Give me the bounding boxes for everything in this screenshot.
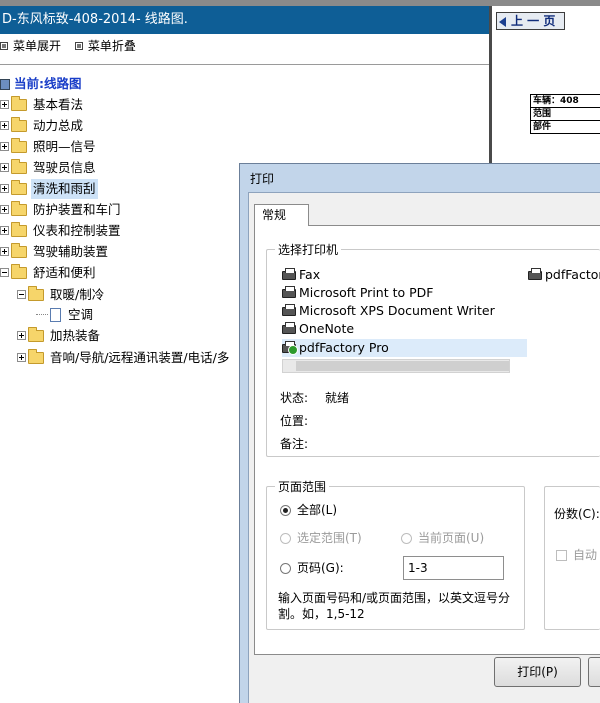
cancel-button[interactable] bbox=[588, 657, 600, 687]
folder-icon bbox=[11, 200, 27, 216]
tree-item[interactable]: 动力总成 bbox=[0, 115, 85, 135]
expand-menu-button[interactable]: 菜单展开 bbox=[0, 36, 61, 56]
folder-icon bbox=[11, 116, 27, 132]
info-cell: 范围 bbox=[530, 107, 600, 121]
radio-selection[interactable]: 选定范围(T) bbox=[280, 530, 362, 546]
printer-item[interactable]: pdfFactor bbox=[528, 266, 600, 284]
tree-connector bbox=[36, 314, 48, 315]
square-icon bbox=[0, 42, 8, 50]
collapse-icon[interactable] bbox=[0, 268, 9, 277]
expand-icon[interactable] bbox=[0, 184, 9, 193]
page-range-hint-line2: 割。如，1,5-12 bbox=[278, 607, 365, 621]
status-value: 就绪 bbox=[325, 391, 350, 405]
tree-item[interactable]: 空调 bbox=[36, 304, 95, 324]
printer-item[interactable]: Fax bbox=[282, 266, 320, 284]
tree-item[interactable]: 驾驶辅助装置 bbox=[0, 241, 110, 261]
expand-icon[interactable] bbox=[0, 226, 9, 235]
folder-icon bbox=[11, 242, 27, 258]
expand-icon[interactable] bbox=[0, 163, 9, 172]
radio-button[interactable] bbox=[401, 533, 412, 544]
comment-label: 备注: bbox=[280, 437, 309, 451]
expand-icon[interactable] bbox=[17, 353, 26, 362]
document-icon bbox=[50, 307, 61, 322]
printer-icon bbox=[282, 304, 296, 316]
checkbox[interactable] bbox=[556, 550, 567, 561]
folder-icon bbox=[28, 326, 44, 342]
folder-icon bbox=[11, 95, 27, 111]
collapse-menu-button[interactable]: 菜单折叠 bbox=[74, 36, 136, 56]
print-button[interactable]: 打印(P) bbox=[494, 657, 581, 687]
default-check-icon bbox=[288, 345, 298, 355]
window-title: D-东风标致-408-2014- 线路图. bbox=[0, 6, 489, 34]
printer-icon bbox=[528, 268, 542, 280]
collate-checkbox[interactable]: 自动 bbox=[556, 547, 597, 563]
tab-general[interactable]: 常规 bbox=[254, 204, 309, 226]
tree-item[interactable]: 照明—信号 bbox=[0, 136, 98, 156]
radio-pages[interactable]: 页码(G): bbox=[280, 560, 344, 576]
printer-item[interactable]: Microsoft Print to PDF bbox=[282, 284, 433, 302]
radio-button[interactable] bbox=[280, 563, 291, 574]
page-range-hint-line1: 输入页面号码和/或页面范围，以英文逗号分 bbox=[278, 591, 511, 605]
folder-icon bbox=[11, 221, 27, 237]
printer-icon bbox=[282, 286, 296, 298]
radio-button[interactable] bbox=[280, 505, 291, 516]
printer-item[interactable]: OneNote bbox=[282, 320, 354, 338]
expand-icon[interactable] bbox=[0, 121, 9, 130]
arrow-left-icon bbox=[499, 16, 506, 27]
folder-open-icon bbox=[11, 263, 27, 279]
tree-root[interactable]: 当前:线路图 bbox=[0, 74, 82, 94]
location-label: 位置: bbox=[280, 414, 309, 428]
previous-page-button[interactable]: 上 一 页 bbox=[496, 12, 565, 30]
tree-item[interactable]: 音响/导航/远程通讯装置/电话/多 bbox=[17, 347, 231, 367]
info-table: 车辆：408 范围 部件 bbox=[530, 94, 600, 134]
folder-icon bbox=[11, 179, 27, 195]
info-cell: 部件 bbox=[530, 120, 600, 134]
tree-item[interactable]: 舒适和便利 bbox=[0, 262, 98, 282]
expand-icon[interactable] bbox=[0, 142, 9, 151]
tree-item[interactable]: 取暖/制冷 bbox=[17, 284, 106, 304]
square-icon bbox=[74, 42, 83, 50]
info-cell: 车辆：408 bbox=[530, 94, 600, 108]
expand-icon[interactable] bbox=[17, 331, 26, 340]
radio-button[interactable] bbox=[280, 533, 291, 544]
computer-icon bbox=[0, 79, 10, 90]
expand-icon[interactable] bbox=[0, 247, 9, 256]
tree-item[interactable]: 加热装备 bbox=[17, 325, 102, 345]
tree-item[interactable]: 防护装置和车门 bbox=[0, 199, 123, 219]
printer-item[interactable]: Microsoft XPS Document Writer bbox=[282, 302, 495, 320]
tree-item[interactable]: 基本看法 bbox=[0, 94, 85, 114]
radio-current-page[interactable]: 当前页面(U) bbox=[401, 530, 484, 546]
menu-controls: 菜单展开 菜单折叠 bbox=[0, 36, 146, 56]
tree-item[interactable]: 驾驶员信息 bbox=[0, 157, 98, 177]
collapse-icon[interactable] bbox=[17, 290, 26, 299]
tree-item[interactable]: 仪表和控制装置 bbox=[0, 220, 123, 240]
folder-icon bbox=[28, 348, 44, 364]
folder-open-icon bbox=[28, 285, 44, 301]
divider bbox=[0, 64, 489, 65]
expand-icon[interactable] bbox=[0, 100, 9, 109]
printer-item-selected[interactable]: pdfFactory Pro bbox=[282, 339, 527, 357]
radio-all[interactable]: 全部(L) bbox=[280, 502, 337, 518]
folder-icon bbox=[11, 137, 27, 153]
pages-input[interactable]: 1-3 bbox=[403, 556, 504, 580]
status-label: 状态: bbox=[280, 391, 309, 405]
folder-icon bbox=[11, 158, 27, 174]
expand-icon[interactable] bbox=[0, 205, 9, 214]
printer-icon bbox=[282, 322, 296, 334]
printer-icon bbox=[282, 268, 296, 280]
scrollbar-thumb[interactable] bbox=[296, 361, 509, 371]
preview-pane: 上 一 页 车辆：408 范围 部件 bbox=[489, 6, 600, 164]
dialog-title: 打印 bbox=[250, 172, 275, 186]
copies-label: 份数(C): bbox=[554, 507, 600, 521]
tree-item[interactable]: 清洗和雨刮 bbox=[0, 178, 98, 199]
